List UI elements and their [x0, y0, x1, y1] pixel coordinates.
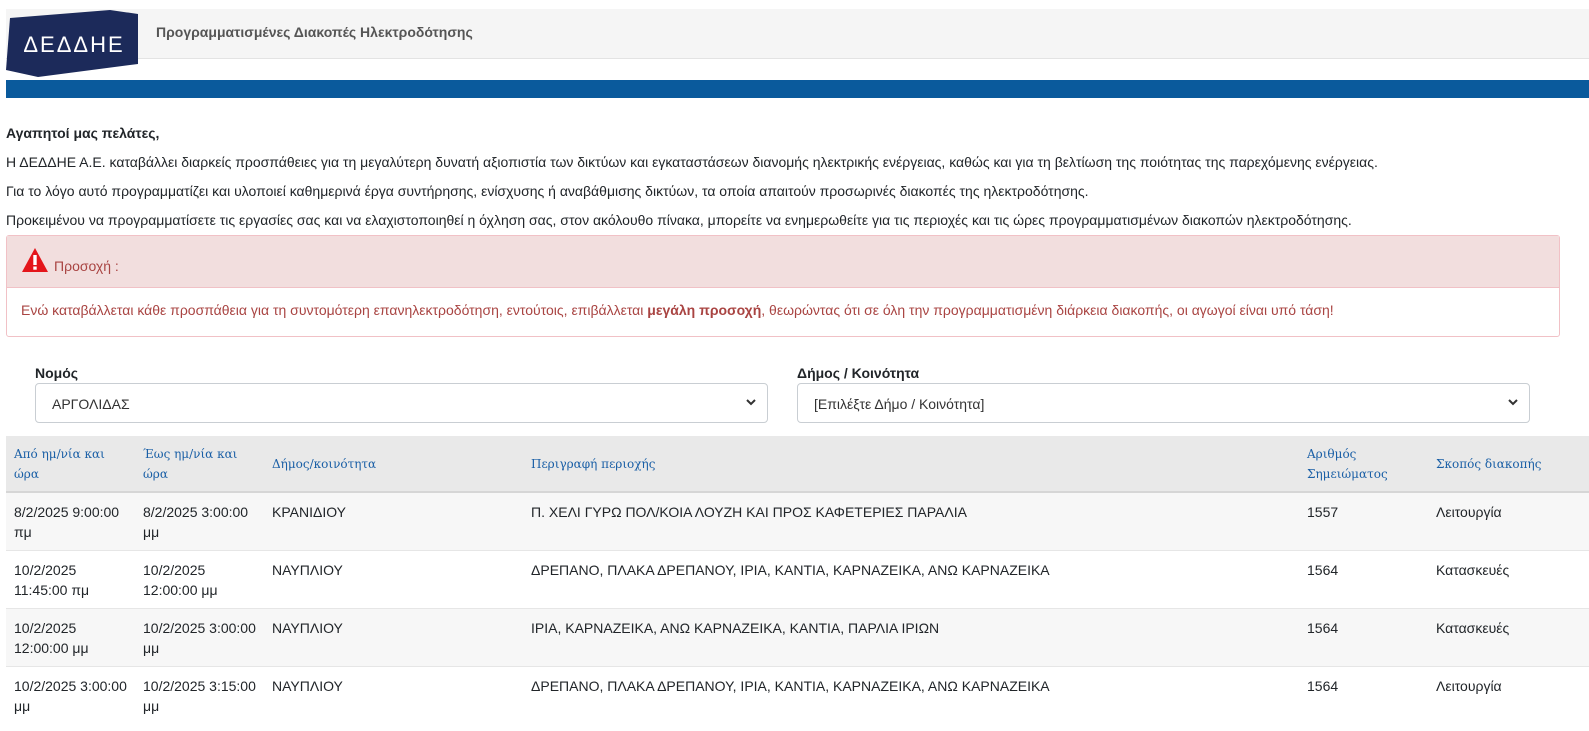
cell-from: 10/2/2025 3:00:00 μμ	[6, 666, 135, 724]
table-row: 10/2/2025 11:45:00 πμ 10/2/2025 12:00:00…	[6, 550, 1589, 609]
municipality-label: Δήμος / Κοινότητα	[797, 365, 920, 381]
cell-area: ΔΡΕΠΑΝΟ, ΠΛΑΚΑ ΔΡΕΠΑΝΟΥ, ΙΡΙΑ, ΚΑΝΤΙΑ, Κ…	[523, 666, 1299, 724]
alert-text-before: Ενώ καταβάλλεται κάθε προσπάθεια για τη …	[21, 302, 648, 318]
cell-note-number: 1557	[1299, 491, 1428, 551]
intro-paragraph-2: Για το λόγο αυτό προγραμματίζει και υλοπ…	[6, 183, 1089, 199]
intro-section: Αγαπητοί μας πελάτες, Η ΔΕΔΔΗΕ Α.Ε. κατα…	[6, 119, 1576, 235]
chevron-down-icon	[746, 399, 756, 406]
column-header-from[interactable]: Από ημ/νία και ώρα	[6, 436, 135, 493]
column-header-purpose[interactable]: Σκοπός διακοπής	[1428, 436, 1589, 493]
cell-to: 10/2/2025 12:00:00 μμ	[135, 550, 264, 609]
chevron-down-icon	[1508, 399, 1518, 406]
cell-purpose: Λειτουργία	[1428, 491, 1589, 551]
cell-note-number: 1564	[1299, 550, 1428, 609]
column-header-to[interactable]: Έως ημ/νία και ώρα	[135, 436, 264, 493]
municipality-select[interactable]: [Επιλέξτε Δήμο / Κοινότητα]	[797, 383, 1530, 423]
warning-triangle-icon	[22, 248, 48, 272]
cell-municipality: ΚΡΑΝΙΔΙΟΥ	[264, 491, 523, 551]
cell-from: 10/2/2025 11:45:00 πμ	[6, 550, 135, 609]
alert-message: Ενώ καταβάλλεται κάθε προσπάθεια για τη …	[7, 288, 1559, 332]
page-title: Προγραμματισμένες Διακοπές Ηλεκτροδότηση…	[156, 24, 473, 40]
cell-area: Π. ΧΕΛΙ ΓΥΡΩ ΠΟΛ/ΚΟΙΑ ΛΟΥΖΗ ΚΑΙ ΠΡΟΣ ΚΑΦ…	[523, 491, 1299, 551]
greeting-text: Αγαπητοί μας πελάτες,	[6, 125, 160, 141]
prefecture-label: Νομός	[35, 365, 79, 381]
cell-purpose: Λειτουργία	[1428, 666, 1589, 724]
alert-header: Προσοχή :	[7, 236, 1559, 288]
intro-paragraph-3: Προκειμένου να προγραμματίσετε τις εργασ…	[6, 212, 1352, 228]
prefecture-select[interactable]: ΑΡΓΟΛΙΔΑΣ	[35, 383, 768, 423]
cell-to: 10/2/2025 3:15:00 μμ	[135, 666, 264, 724]
table-row: 10/2/2025 3:00:00 μμ 10/2/2025 3:15:00 μ…	[6, 666, 1589, 724]
column-header-area[interactable]: Περιγραφή περιοχής	[523, 436, 1299, 493]
cell-area: ΙΡΙΑ, ΚΑΡΝΑΖΕΙΚΑ, ΑΝΩ ΚΑΡΝΑΖΕΙΚΑ, ΚΑΝΤΙΑ…	[523, 608, 1299, 667]
cell-note-number: 1564	[1299, 608, 1428, 667]
table-header-row: Από ημ/νία και ώρα Έως ημ/νία και ώρα Δή…	[6, 436, 1589, 493]
brand-bar	[6, 80, 1589, 98]
cell-from: 10/2/2025 12:00:00 μμ	[6, 608, 135, 667]
cell-municipality: ΝΑΥΠΛΙΟΥ	[264, 550, 523, 609]
logo-text: ΔΕΔΔΗΕ	[23, 32, 124, 57]
warning-alert: Προσοχή : Ενώ καταβάλλεται κάθε προσπάθε…	[6, 235, 1560, 337]
cell-municipality: ΝΑΥΠΛΙΟΥ	[264, 666, 523, 724]
cell-from: 8/2/2025 9:00:00 πμ	[6, 491, 135, 551]
cell-area: ΔΡΕΠΑΝΟ, ΠΛΑΚΑ ΔΡΕΠΑΝΟΥ, ΙΡΙΑ, ΚΑΝΤΙΑ, Κ…	[523, 550, 1299, 609]
company-logo[interactable]: ΔΕΔΔΗΕ	[6, 10, 138, 77]
cell-purpose: Κατασκευές	[1428, 608, 1589, 667]
alert-title: Προσοχή :	[54, 258, 119, 274]
municipality-select-value: [Επιλέξτε Δήμο / Κοινότητα]	[814, 396, 985, 412]
table-row: 8/2/2025 9:00:00 πμ 8/2/2025 3:00:00 μμ …	[6, 491, 1589, 551]
cell-purpose: Κατασκευές	[1428, 550, 1589, 609]
cell-to: 10/2/2025 3:00:00 μμ	[135, 608, 264, 667]
prefecture-select-value: ΑΡΓΟΛΙΔΑΣ	[52, 396, 130, 412]
cell-to: 8/2/2025 3:00:00 μμ	[135, 491, 264, 551]
column-header-note-number[interactable]: Αριθμός Σημειώματος	[1299, 436, 1428, 493]
alert-text-after: , θεωρώντας ότι σε όλη την προγραμματισμ…	[761, 302, 1334, 318]
outages-table: Από ημ/νία και ώρα Έως ημ/νία και ώρα Δή…	[6, 436, 1589, 724]
table-row: 10/2/2025 12:00:00 μμ 10/2/2025 3:00:00 …	[6, 608, 1589, 667]
cell-note-number: 1564	[1299, 666, 1428, 724]
alert-text-bold: μεγάλη προσοχή	[647, 302, 762, 318]
intro-paragraph-1: Η ΔΕΔΔΗΕ Α.Ε. καταβάλλει διαρκείς προσπά…	[6, 154, 1378, 170]
column-header-municipality[interactable]: Δήμος/κοινότητα	[264, 436, 523, 493]
cell-municipality: ΝΑΥΠΛΙΟΥ	[264, 608, 523, 667]
